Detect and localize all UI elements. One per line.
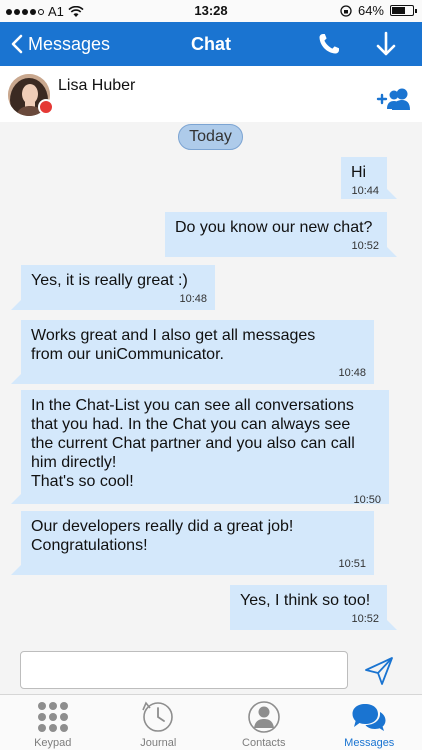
chevron-left-icon <box>11 34 23 54</box>
message-text: Yes, it is really great :) <box>31 272 188 289</box>
tab-contacts[interactable]: Contacts <box>211 695 317 750</box>
tab-label: Messages <box>344 737 395 749</box>
status-right: 64% <box>340 3 417 18</box>
message-time: 10:48 <box>338 367 366 379</box>
phone-call-icon[interactable] <box>315 30 343 58</box>
contact-name: Lisa Huber <box>58 77 136 94</box>
tab-messages[interactable]: Messages <box>317 695 422 750</box>
tab-label: Journal <box>140 737 177 749</box>
message-time: 10:52 <box>351 240 379 252</box>
message-input[interactable] <box>20 651 348 689</box>
tab-label: Keypad <box>34 737 72 749</box>
contact-header: Lisa Huber <box>0 66 422 122</box>
message-time: 10:48 <box>179 293 207 305</box>
tab-bar: Keypad Journal Contacts Messages <box>0 694 422 750</box>
battery-icon <box>390 5 417 16</box>
rotation-lock-icon <box>340 4 352 17</box>
message-bubble-incoming[interactable]: In the Chat-List you can see all convers… <box>11 390 389 506</box>
date-separator: Today <box>178 124 243 150</box>
message-text: In the Chat-List you can see all convers… <box>31 397 355 490</box>
presence-status-indicator <box>38 99 54 115</box>
back-label: Messages <box>28 33 111 54</box>
message-time: 10:51 <box>338 558 366 570</box>
message-bubble-outgoing[interactable]: Hi 10:44 <box>341 157 397 199</box>
message-text: Do you know our new chat? <box>175 219 373 236</box>
tab-keypad[interactable]: Keypad <box>0 695 106 750</box>
tab-journal[interactable]: Journal <box>106 695 212 750</box>
arrow-down-icon[interactable] <box>372 30 400 58</box>
chat-bubbles-icon <box>352 704 386 731</box>
message-time: 10:50 <box>353 494 381 506</box>
add-participant-icon[interactable] <box>376 86 410 112</box>
message-bubble-outgoing[interactable]: Do you know our new chat? 10:52 <box>165 212 397 257</box>
send-icon[interactable] <box>362 654 396 688</box>
message-text: Yes, I think so too! <box>240 592 371 609</box>
history-clock-icon <box>142 701 174 732</box>
message-time: 10:44 <box>351 185 379 197</box>
keypad-icon <box>37 702 68 732</box>
message-bubble-incoming[interactable]: Works great and I also get all messages … <box>11 320 374 384</box>
message-bubble-incoming[interactable]: Yes, it is really great :) 10:48 <box>11 265 215 310</box>
status-bar: A1 13:28 64% <box>0 0 422 22</box>
message-text: Hi <box>351 164 367 181</box>
nav-bar: Messages Chat <box>0 22 422 66</box>
message-text: Our developers really did a great job! C… <box>31 518 294 554</box>
contact-person-icon <box>247 701 280 733</box>
message-bubble-incoming[interactable]: Our developers really did a great job! C… <box>11 511 374 575</box>
chat-area[interactable]: Today Hi 10:44 Do you know our new chat?… <box>0 122 422 644</box>
message-bubble-outgoing[interactable]: Yes, I think so too! 10:52 <box>230 585 397 630</box>
message-composer <box>0 644 422 694</box>
message-time: 10:52 <box>351 613 379 625</box>
message-text: Works great and I also get all messages … <box>31 327 316 363</box>
back-button[interactable]: Messages <box>10 22 110 66</box>
battery-percent: 64% <box>357 3 384 18</box>
tab-label: Contacts <box>242 737 286 749</box>
